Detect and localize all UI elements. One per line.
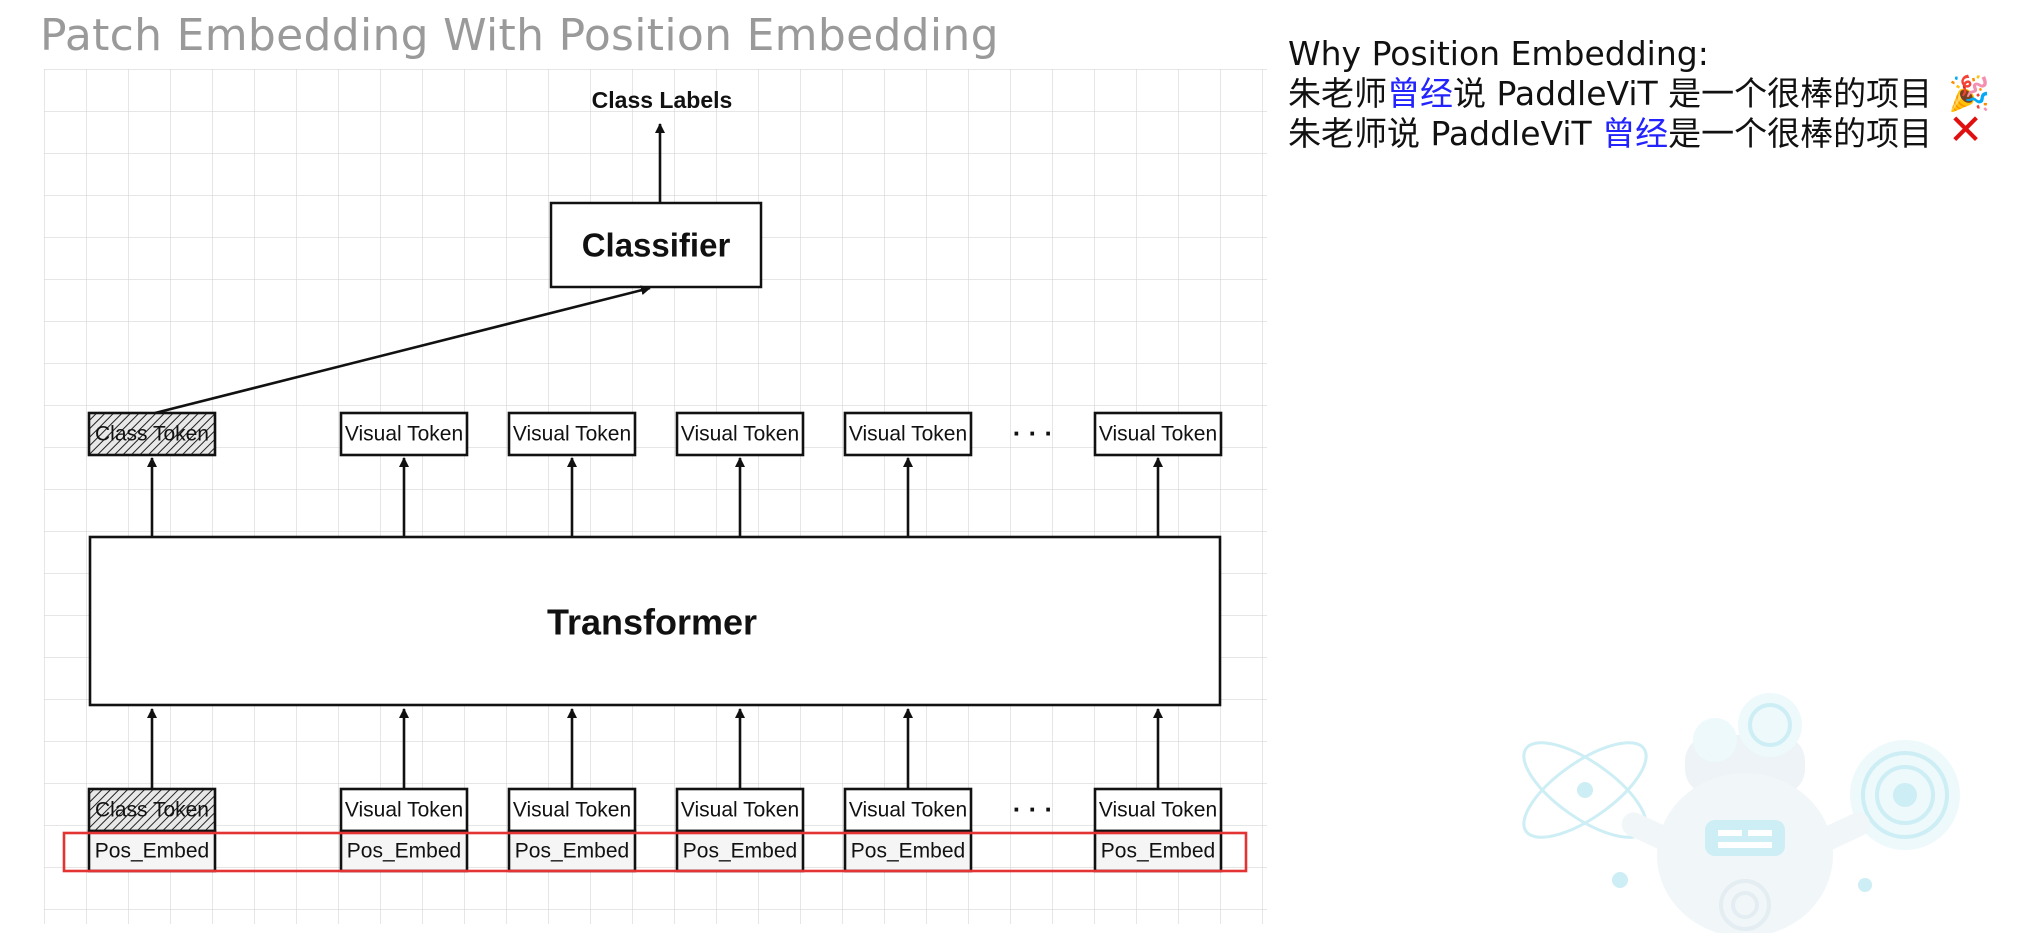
class-labels-text: Class Labels: [592, 87, 733, 113]
ellipsis-input-row: · · ·: [1013, 794, 1053, 824]
transformer-label: Transformer: [547, 602, 757, 643]
pos-embed-1-label: Pos_Embed: [95, 840, 209, 863]
note-line-correct: 朱老师曾经说 PaddleViT 是一个很棒的项目 🎉: [1288, 74, 1990, 114]
output-class-token-label: Class Token: [95, 423, 209, 446]
pos-embed-4-label: Pos_Embed: [683, 840, 797, 863]
note1-prefix: 朱老师: [1288, 74, 1387, 113]
output-visual-token-1-label: Visual Token: [345, 423, 463, 446]
input-visual-token-4-label: Visual Token: [849, 799, 967, 822]
grid-background: [44, 69, 1267, 924]
cross-mark-icon: ✕: [1948, 105, 1984, 154]
embedding-diagram: Class Labels Classifier Transformer Class T…: [44, 69, 1267, 924]
input-class-token-label: Class Token: [95, 799, 209, 822]
note1-highlight: 曾经: [1387, 74, 1453, 113]
robot-mascot-icon: [1522, 693, 1960, 933]
output-visual-token-4-label: Visual Token: [849, 423, 967, 446]
output-visual-token-3-label: Visual Token: [681, 423, 799, 446]
note-line-wrong: 朱老师说 PaddleViT 曾经是一个很棒的项目 ✕: [1288, 109, 1983, 154]
pos-embed-6-label: Pos_Embed: [1101, 840, 1215, 863]
notes-panel: Why Position Embedding: 朱老师曾经说 PaddleViT…: [1288, 34, 1990, 154]
pos-embed-3-label: Pos_Embed: [515, 840, 629, 863]
note1-suffix: 说 PaddleViT 是一个很棒的项目: [1453, 74, 1933, 113]
note2-suffix: 是一个很棒的项目: [1668, 114, 1933, 153]
pos-embed-5-label: Pos_Embed: [851, 840, 965, 863]
note2-prefix: 朱老师说 PaddleViT: [1288, 114, 1603, 153]
ellipsis-output-row: · · ·: [1013, 418, 1053, 448]
input-visual-token-2-label: Visual Token: [513, 799, 631, 822]
notes-heading: Why Position Embedding:: [1288, 34, 1709, 73]
input-visual-token-3-label: Visual Token: [681, 799, 799, 822]
input-visual-token-1-label: Visual Token: [345, 799, 463, 822]
output-visual-token-n-label: Visual Token: [1099, 423, 1217, 446]
note2-highlight: 曾经: [1602, 114, 1669, 153]
input-visual-token-n-label: Visual Token: [1099, 799, 1217, 822]
classifier-label: Classifier: [582, 227, 731, 264]
output-visual-token-2-label: Visual Token: [513, 423, 631, 446]
pos-embed-2-label: Pos_Embed: [347, 840, 461, 863]
